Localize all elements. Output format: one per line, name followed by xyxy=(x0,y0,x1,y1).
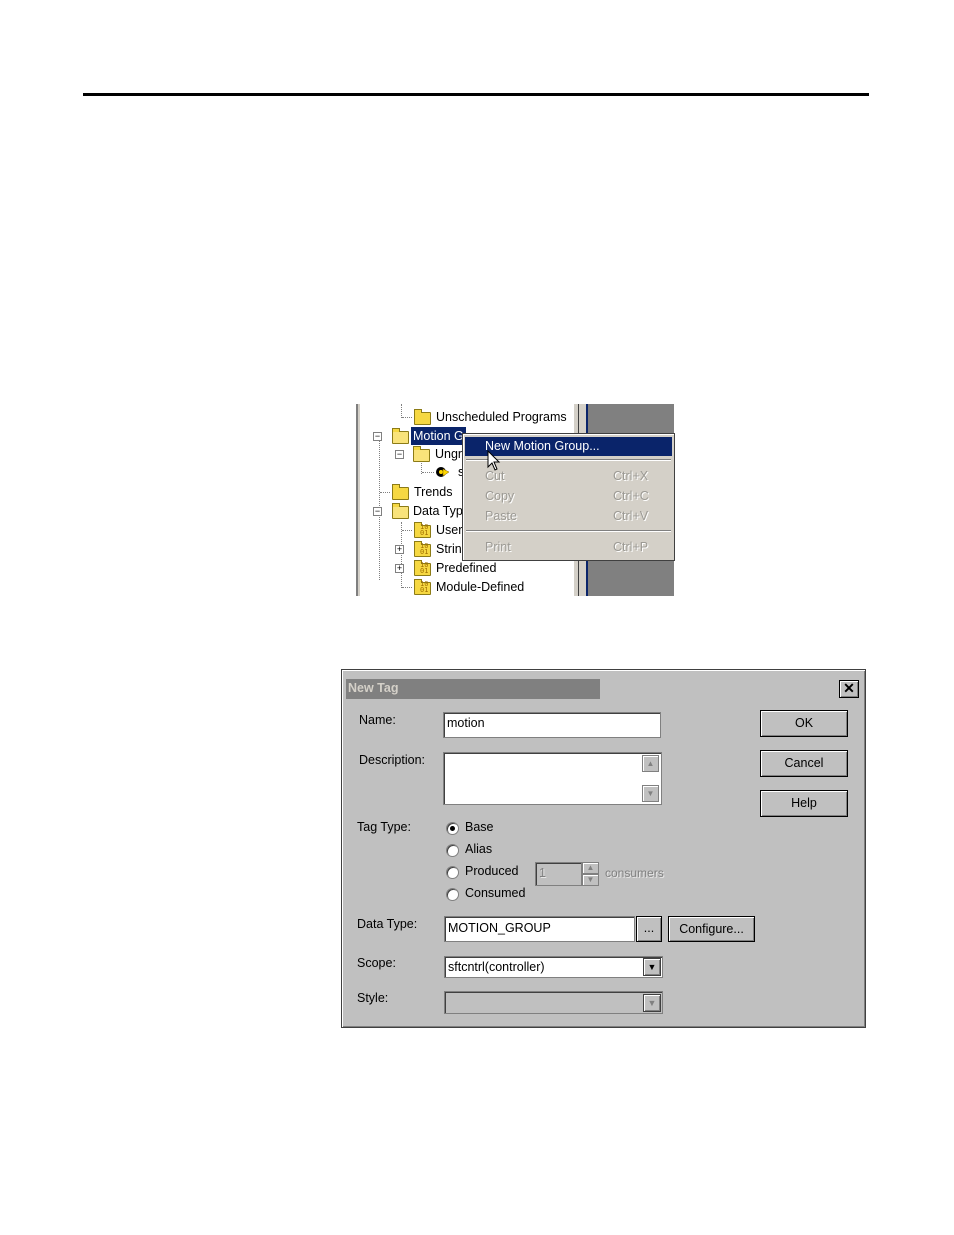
consumers-down-button[interactable]: ▼ xyxy=(582,874,599,886)
radio-consumed[interactable] xyxy=(446,888,459,901)
radio-alias[interactable] xyxy=(446,844,459,857)
consumers-input[interactable]: 1 xyxy=(535,862,582,886)
tree-connector xyxy=(402,530,412,532)
radio-base-label: Base xyxy=(465,820,494,834)
scope-select[interactable]: sftcntrl(controller) xyxy=(444,956,663,978)
style-dropdown-button[interactable]: ▼ xyxy=(643,994,661,1012)
close-button[interactable]: ✕ xyxy=(839,680,859,698)
chevron-down-icon: ▼ xyxy=(647,962,657,972)
scope-value: sftcntrl(controller) xyxy=(448,960,545,974)
tree-item-predefined[interactable]: + 10 01 Predefined xyxy=(394,559,534,577)
tree-item-module-defined[interactable]: 10 01 Module-Defined xyxy=(402,578,562,596)
tree-left-border xyxy=(356,404,362,596)
menu-item-label: Print xyxy=(485,540,511,554)
scroll-up-button[interactable]: ▲ xyxy=(642,755,659,772)
tree-item-label: Module-Defined xyxy=(436,580,525,594)
menu-item-label: Copy xyxy=(485,489,515,503)
ok-button[interactable]: OK xyxy=(760,710,848,737)
collapse-icon[interactable]: − xyxy=(373,507,382,516)
consumers-label: consumers xyxy=(605,866,664,880)
tree-connector xyxy=(402,587,412,589)
menu-item-paste[interactable]: Paste Ctrl+V xyxy=(465,507,672,526)
page-header-rule xyxy=(83,93,869,96)
folder-icon xyxy=(392,484,409,500)
radio-produced[interactable] xyxy=(446,866,459,879)
browse-data-type-button[interactable]: ... xyxy=(636,916,662,942)
axis-gear-icon xyxy=(436,467,450,477)
folder-open-icon xyxy=(392,428,409,444)
collapse-icon[interactable]: − xyxy=(395,450,404,459)
tree-item-label: Ungr xyxy=(435,447,463,461)
cancel-button[interactable]: Cancel xyxy=(760,750,848,777)
menu-item-shortcut: Ctrl+V xyxy=(613,509,649,523)
name-input[interactable]: motion xyxy=(443,712,661,738)
tree-item-label: Predefined xyxy=(436,561,497,575)
tag-type-label: Tag Type: xyxy=(357,820,411,834)
data-type-value: MOTION_GROUP xyxy=(448,921,551,935)
data-type-label: Data Type: xyxy=(357,917,418,931)
tree-connector xyxy=(380,492,390,494)
scroll-down-button[interactable]: ▼ xyxy=(642,785,659,802)
style-select[interactable] xyxy=(444,991,663,1014)
tree-connector xyxy=(402,417,412,419)
menu-separator xyxy=(466,530,671,532)
dialog-title: New Tag xyxy=(348,681,399,695)
tree-connector xyxy=(422,472,434,474)
data-type-input[interactable]: MOTION_GROUP xyxy=(444,916,635,942)
help-label: Help xyxy=(791,796,817,810)
consumers-up-button[interactable]: ▲ xyxy=(582,862,599,874)
style-label: Style: xyxy=(357,991,389,1005)
radio-base[interactable] xyxy=(446,822,459,835)
name-value: motion xyxy=(447,716,485,730)
tree-item-label: Data Typ xyxy=(413,504,463,518)
scope-label: Scope: xyxy=(357,956,396,970)
menu-item-shortcut: Ctrl+X xyxy=(613,469,649,483)
datatype-icon: 10 01 xyxy=(420,580,429,594)
datatype-icon: 10 01 xyxy=(420,561,429,575)
configure-label: Configure... xyxy=(679,922,744,936)
chevron-down-icon: ▼ xyxy=(647,998,657,1008)
cancel-label: Cancel xyxy=(784,756,824,770)
folder-icon xyxy=(414,409,431,425)
browse-label: ... xyxy=(643,921,655,935)
tree-item-unscheduled-programs[interactable]: Unscheduled Programs xyxy=(402,408,572,426)
menu-item-shortcut: Ctrl+C xyxy=(613,489,649,503)
radio-produced-label: Produced xyxy=(465,864,519,878)
scope-dropdown-button[interactable]: ▼ xyxy=(643,958,661,976)
collapse-icon[interactable]: − xyxy=(373,432,382,441)
menu-item-shortcut: Ctrl+P xyxy=(613,540,649,554)
menu-item-copy[interactable]: Copy Ctrl+C xyxy=(465,487,672,506)
new-tag-dialog: New Tag ✕ Name: motion Description: ▲ ▼ … xyxy=(341,669,866,1028)
tree-item-label: Unscheduled Programs xyxy=(436,410,567,424)
mouse-pointer-icon xyxy=(487,450,501,471)
description-input[interactable] xyxy=(443,752,662,805)
close-icon: ✕ xyxy=(843,680,855,696)
folder-open-icon xyxy=(392,503,409,519)
consumers-value: 1 xyxy=(539,866,546,880)
radio-consumed-label: Consumed xyxy=(465,886,526,900)
menu-item-label: New Motion Group... xyxy=(485,439,600,453)
expand-icon[interactable]: + xyxy=(395,564,404,573)
menu-item-label: Paste xyxy=(485,509,517,523)
tree-item-label: Motion G xyxy=(411,427,466,445)
tree-item-label: Trends xyxy=(414,485,453,499)
tree-item-label: User xyxy=(436,523,463,537)
name-label: Name: xyxy=(359,713,396,727)
expand-icon[interactable]: + xyxy=(395,545,404,554)
tree-item-label: Strin xyxy=(436,542,462,556)
datatype-icon: 10 01 xyxy=(420,542,429,556)
configure-button[interactable]: Configure... xyxy=(668,916,755,942)
ok-label: OK xyxy=(794,716,814,730)
folder-open-icon xyxy=(413,446,430,462)
radio-alias-label: Alias xyxy=(465,842,493,856)
datatype-icon: 10 01 xyxy=(420,523,429,537)
description-label: Description: xyxy=(359,753,425,767)
dialog-titlebar[interactable]: New Tag xyxy=(346,679,600,699)
help-button[interactable]: Help xyxy=(760,790,848,817)
menu-item-print[interactable]: Print Ctrl+P xyxy=(465,538,672,557)
